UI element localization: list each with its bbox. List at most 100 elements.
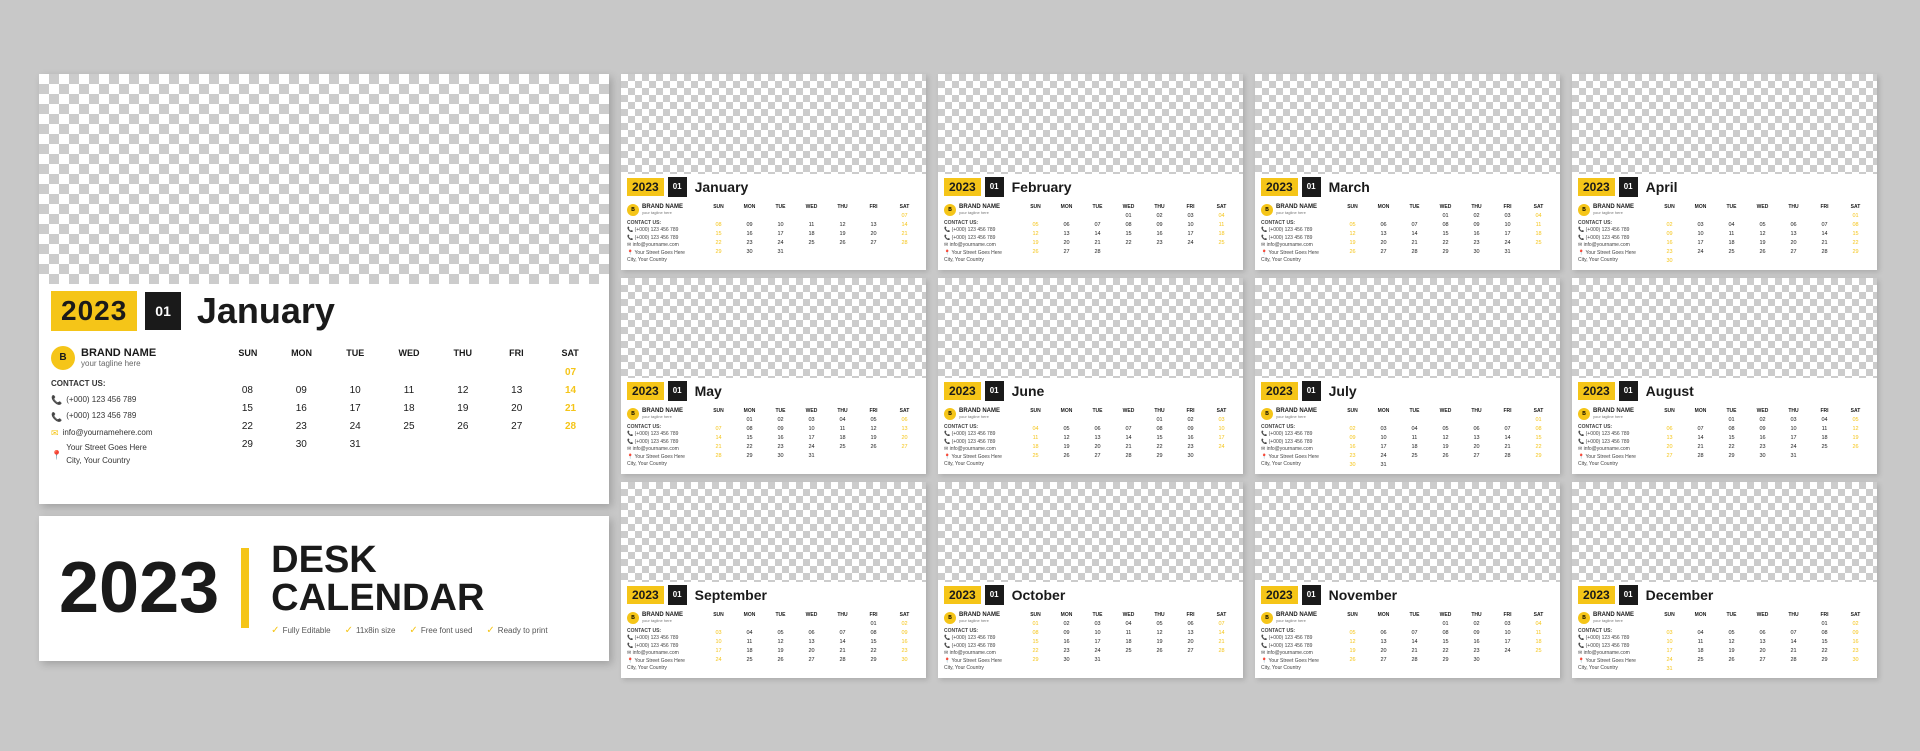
mini-month-name: July [1329,383,1357,399]
mini-cal-header-3: 2023 01 March [1255,174,1560,200]
mini-grid-section-3: SUNMONTUEWEDTHUFRISAT 010203040506070809… [1337,204,1554,265]
mini-cal-september: 2023 01 September B BRAND NAME your tagl… [621,482,926,678]
contact-email: info@yournamehere.com [63,427,153,440]
mini-cal-grid-3: 0102030405060708091011121314151617181920… [1337,212,1554,257]
mini-contact: CONTACT US: 📞 (+000) 123 456 789 📞 (+000… [1261,424,1331,469]
location-icon: 📍 [51,448,62,462]
mini-brand-10: B BRAND NAME your tagline here CONTACT U… [944,612,1014,673]
mini-brand-logo: B BRAND NAME your tagline here [1578,204,1648,216]
mini-brand-logo: B BRAND NAME your tagline here [1261,204,1331,216]
yellow-divider [241,548,249,628]
check-icon-2: ✓ [345,625,353,636]
mini-phone1: 📞 (+000) 123 456 789 [944,431,1014,439]
mini-cal-may: 2023 01 May B BRAND NAME your tagline he… [621,278,926,474]
mini-month-num: 01 [985,177,1004,197]
month-name-large: January [197,290,335,332]
mini-phone1: 📞 (+000) 123 456 789 [627,431,697,439]
mini-phone1: 📞 (+000) 123 456 789 [1261,431,1331,439]
mini-phone1: 📞 (+000) 123 456 789 [627,635,697,643]
mini-days-header: SUNMONTUEWEDTHUFRISAT [1654,408,1871,414]
mini-brand-8: B BRAND NAME your tagline here CONTACT U… [1578,408,1648,469]
mini-phone2: 📞 (+000) 123 456 789 [1578,643,1648,651]
mini-address: 📍 Your Street Goes HereCity, Your Countr… [1578,454,1648,469]
banner-year: 2023 [59,552,219,624]
mini-year-badge: 2023 [944,382,981,400]
contact-phone2-row: 📞 (+000) 123 456 789 [51,410,211,424]
mini-brand-11: B BRAND NAME your tagline here CONTACT U… [1261,612,1331,673]
mini-phone2: 📞 (+000) 123 456 789 [627,643,697,651]
mini-brand-logo: B BRAND NAME your tagline here [627,408,697,420]
mini-cal-body-8: B BRAND NAME your tagline here CONTACT U… [1572,404,1877,473]
mini-days-header: SUNMONTUEWEDTHUFRISAT [1020,612,1237,618]
mini-email: ✉ info@yourname.com [1261,242,1331,250]
mini-month-num: 01 [1619,381,1638,401]
mini-phone1: 📞 (+000) 123 456 789 [944,635,1014,643]
check-icon-1: ✓ [271,625,279,636]
mini-brand-tagline: your tagline here [959,210,1000,215]
mini-contact: CONTACT US: 📞 (+000) 123 456 789 📞 (+000… [1578,220,1648,265]
phone-icon: 📞 [51,393,62,407]
mini-brand-9: B BRAND NAME your tagline here CONTACT U… [627,612,697,673]
mini-cal-october: 2023 01 October B BRAND NAME your taglin… [938,482,1243,678]
mini-contact-title: CONTACT US: [627,628,697,636]
mini-contact: CONTACT US: 📞 (+000) 123 456 789 📞 (+000… [1578,628,1648,673]
mini-cal-header-4: 2023 01 April [1572,174,1877,200]
photo-placeholder-large [39,74,609,284]
mini-grid-section-7: SUNMONTUEWEDTHUFRISAT 010203040506070809… [1337,408,1554,470]
mini-brand-tagline: your tagline here [642,618,683,623]
mini-cal-january: 2023 01 January B BRAND NAME your taglin… [621,74,926,270]
mini-month-num: 01 [1302,585,1321,605]
phone2-icon: 📞 [51,410,62,424]
mini-cal-header-8: 2023 01 August [1572,378,1877,404]
mini-days-header: SUNMONTUEWEDTHUFRISAT [1020,408,1237,414]
mini-brand-7: B BRAND NAME your tagline here CONTACT U… [1261,408,1331,470]
mini-email: ✉ info@yourname.com [1261,650,1331,658]
mini-brand-icon: B [627,408,639,420]
mini-address: 📍 Your Street Goes HereCity, Your Countr… [1578,250,1648,265]
photo-placeholder-mini-1 [621,74,926,174]
mini-month-num: 01 [1619,177,1638,197]
desk-cal-text: DESK CALENDAR ✓ Fully Editable ✓ 11x8in … [271,541,547,636]
mini-cal-body-1: B BRAND NAME your tagline here CONTACT U… [621,200,926,269]
photo-placeholder-mini-2 [938,74,1243,174]
mini-phone2: 📞 (+000) 123 456 789 [944,643,1014,651]
mini-cal-march: 2023 01 March B BRAND NAME your tagline … [1255,74,1560,270]
mini-brand-icon: B [1578,204,1590,216]
photo-placeholder-mini-9 [621,482,926,582]
left-section: 2023 01 January B BRAND NAME your taglin… [39,74,609,661]
desk-calendar-title: DESK [271,541,547,579]
mini-contact: CONTACT US: 📞 (+000) 123 456 789 📞 (+000… [1578,424,1648,469]
mini-cal-header-11: 2023 01 November [1255,582,1560,608]
mini-cal-april: 2023 01 April B BRAND NAME your tagline … [1572,74,1877,270]
mini-phone1: 📞 (+000) 123 456 789 [627,227,697,235]
mini-cal-body-9: B BRAND NAME your tagline here CONTACT U… [621,608,926,677]
photo-placeholder-mini-3 [1255,74,1560,174]
mini-days-header: SUNMONTUEWEDTHUFRISAT [1337,612,1554,618]
mini-email: ✉ info@yourname.com [627,242,697,250]
mini-month-name: February [1012,179,1072,195]
mini-cal-body-6: B BRAND NAME your tagline here CONTACT U… [938,404,1243,473]
mini-cal-body-12: B BRAND NAME your tagline here CONTACT U… [1572,608,1877,678]
mini-brand-6: B BRAND NAME your tagline here CONTACT U… [944,408,1014,469]
mini-phone1: 📞 (+000) 123 456 789 [1578,431,1648,439]
mini-brand-tagline: your tagline here [642,414,683,419]
mini-month-num: 01 [668,585,687,605]
desk-calendar-subtitle: CALENDAR [271,579,547,617]
mini-contact-title: CONTACT US: [944,628,1014,636]
mini-brand-tagline: your tagline here [1276,210,1317,215]
mini-email: ✉ info@yourname.com [944,242,1014,250]
mini-brand-logo: B BRAND NAME your tagline here [944,204,1014,216]
mini-brand-2: B BRAND NAME your tagline here CONTACT U… [944,204,1014,265]
mini-cal-header-2: 2023 01 February [938,174,1243,200]
mini-days-header: SUNMONTUEWEDTHUFRISAT [703,204,920,210]
feature-editable: ✓ Fully Editable [271,625,330,636]
mini-grid-section-1: SUNMONTUEWEDTHUFRISAT 070809101112131415… [703,204,920,265]
mini-cal-june: 2023 01 June B BRAND NAME your tagline h… [938,278,1243,474]
mini-days-header: SUNMONTUEWEDTHUFRISAT [1020,204,1237,210]
mini-brand-icon: B [627,204,639,216]
mini-brand-3: B BRAND NAME your tagline here CONTACT U… [1261,204,1331,265]
mini-month-name: August [1646,383,1694,399]
mini-contact-title: CONTACT US: [944,220,1014,228]
mini-year-badge: 2023 [627,586,664,604]
large-january-calendar: 2023 01 January B BRAND NAME your taglin… [39,74,609,504]
